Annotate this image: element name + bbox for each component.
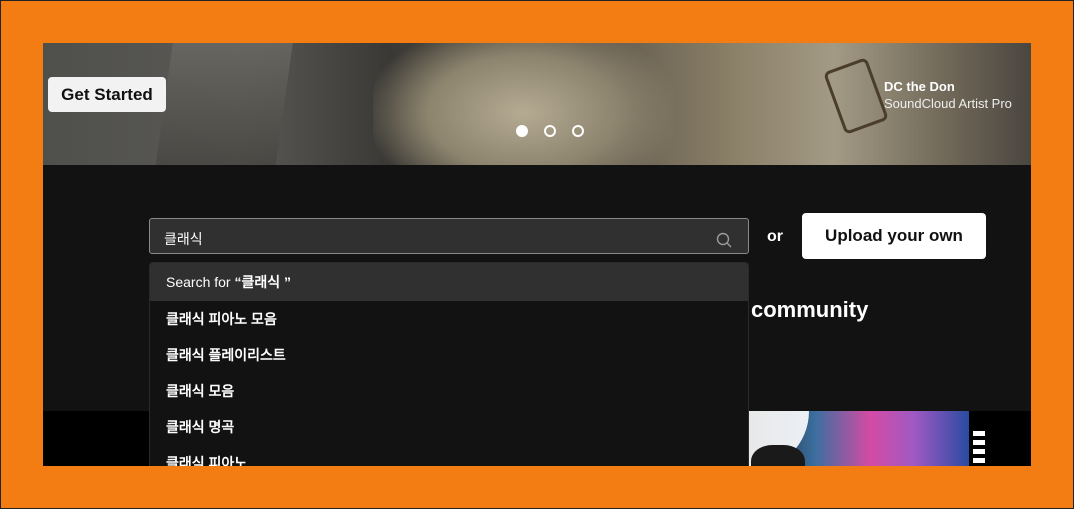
upload-your-own-button[interactable]: Upload your own	[802, 213, 986, 259]
search-input[interactable]: 클래식	[149, 218, 749, 254]
or-label: or	[767, 228, 783, 245]
hero-image-figure	[373, 43, 673, 165]
search-suggestions-dropdown: Search for “클래식 ” 클래식 피아노 모음 클래식 플레이리스트 …	[149, 262, 749, 466]
page-viewport: Get Started DC the Don SoundCloud Artist…	[43, 43, 1031, 466]
suggestion-item[interactable]: 클래식 명곡	[150, 409, 748, 445]
suggestion-item[interactable]: 클래식 모음	[150, 373, 748, 409]
search-input-value: 클래식	[164, 231, 203, 247]
artist-name[interactable]: DC the Don	[884, 79, 955, 94]
search-for-suggestion[interactable]: Search for “클래식 ”	[150, 263, 748, 301]
carousel-dots	[516, 125, 584, 137]
hero-image-strap	[823, 57, 889, 135]
suggestion-item[interactable]: 클래식 플레이리스트	[150, 337, 748, 373]
get-started-button[interactable]: Get Started	[48, 77, 166, 112]
community-heading: community	[751, 297, 869, 322]
artwork-pattern-strip	[973, 431, 985, 466]
search-for-prefix: Search for	[166, 274, 235, 290]
carousel-dot-1[interactable]	[516, 125, 528, 137]
artwork-tile[interactable]	[749, 411, 969, 466]
suggestion-item[interactable]: 클래식 피아노 모음	[150, 301, 748, 337]
carousel-dot-2[interactable]	[544, 125, 556, 137]
suggestion-item[interactable]: 클래식 피아노	[150, 445, 748, 466]
carousel-dot-3[interactable]	[572, 125, 584, 137]
search-for-query: “클래식 ”	[234, 274, 292, 290]
hero-carousel: Get Started DC the Don SoundCloud Artist…	[43, 43, 1031, 165]
artwork-figure	[751, 445, 805, 466]
search-icon[interactable]	[716, 232, 732, 248]
hero-image-shadow	[151, 43, 295, 165]
artist-subtitle: SoundCloud Artist Pro	[884, 96, 1012, 111]
